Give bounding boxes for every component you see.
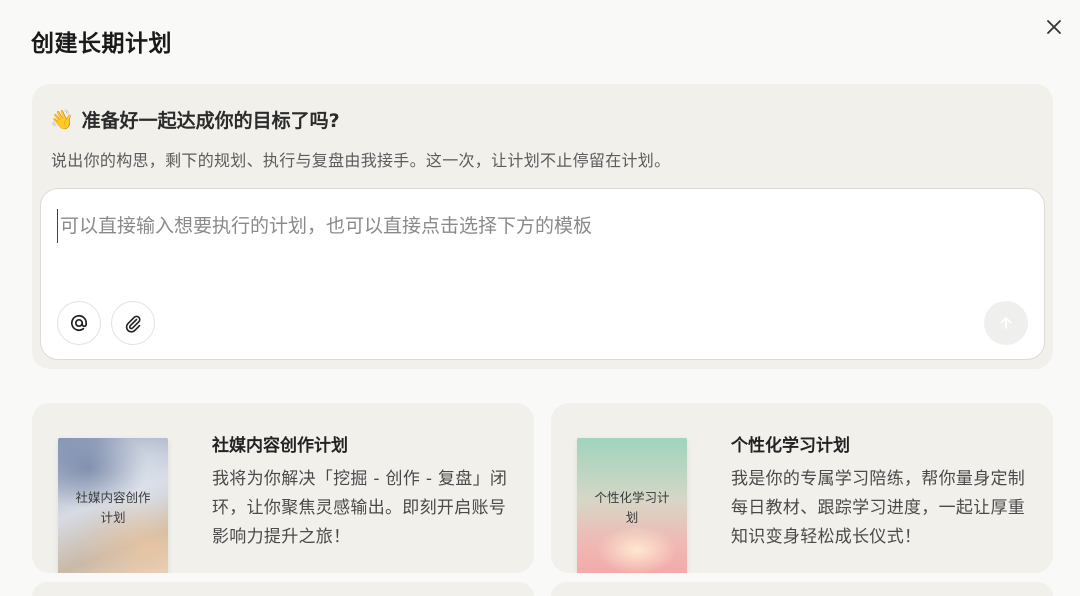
mention-button[interactable] — [57, 301, 101, 345]
template-title: 个性化学习计划 — [731, 436, 850, 456]
attach-button[interactable] — [111, 301, 155, 345]
template-cover-social-media: 社媒内容创作计划 — [58, 438, 168, 573]
template-cover-learning: 个性化学习计划 — [577, 438, 687, 573]
at-sign-icon — [71, 314, 88, 332]
close-button[interactable] — [1041, 14, 1067, 40]
template-card-learning[interactable]: 个性化学习计划 个性化学习计划 我是你的专属学习陪练，帮你量身定制每日教材、跟踪… — [551, 403, 1053, 573]
template-description: 我将为你解决「挖掘 - 创作 - 复盘」闭环，让你聚焦灵感输出。即刻开启账号影响… — [212, 469, 508, 547]
dialog-title: 创建长期计划 — [31, 31, 172, 57]
template-card-partial[interactable] — [32, 582, 534, 596]
close-icon — [1047, 20, 1061, 34]
hero-heading-text: 准备好一起达成你的目标了吗? — [81, 110, 340, 132]
template-card-partial[interactable] — [551, 582, 1053, 596]
send-button[interactable] — [984, 301, 1028, 345]
plan-input-box — [40, 188, 1045, 360]
plan-composer-panel: 👋 准备好一起达成你的目标了吗? 说出你的构思，剩下的规划、执行与复盘由我接手。… — [32, 84, 1053, 369]
hero-heading: 👋 准备好一起达成你的目标了吗? — [50, 106, 340, 133]
template-description: 我是你的专属学习陪练，帮你量身定制每日教材、跟踪学习进度，一起让厚重知识变身轻松… — [731, 469, 1026, 547]
waving-hand-icon: 👋 — [50, 109, 74, 131]
arrow-up-icon — [1000, 317, 1012, 329]
hero-subtitle: 说出你的构思，剩下的规划、执行与复盘由我接手。这一次，让计划不止停留在计划。 — [51, 151, 671, 170]
plan-input[interactable] — [57, 209, 1017, 243]
template-title: 社媒内容创作计划 — [212, 436, 348, 456]
paperclip-icon — [125, 315, 141, 333]
template-card-social-media[interactable]: 社媒内容创作计划 社媒内容创作计划 我将为你解决「挖掘 - 创作 - 复盘」闭环… — [32, 403, 534, 573]
